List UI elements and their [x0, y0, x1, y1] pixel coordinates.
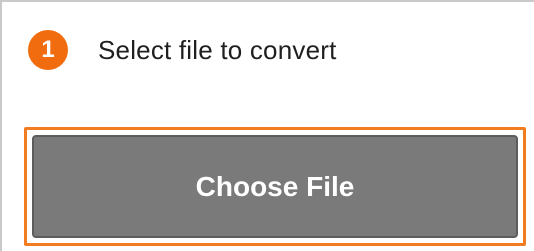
choose-file-focus-frame: Choose File	[24, 127, 526, 246]
step-number-badge: 1	[28, 30, 68, 70]
choose-file-button[interactable]: Choose File	[32, 135, 518, 238]
step-header: 1 Select file to convert	[28, 29, 337, 71]
convert-step-panel: 1 Select file to convert Choose File	[0, 0, 534, 251]
step-title: Select file to convert	[98, 34, 337, 65]
